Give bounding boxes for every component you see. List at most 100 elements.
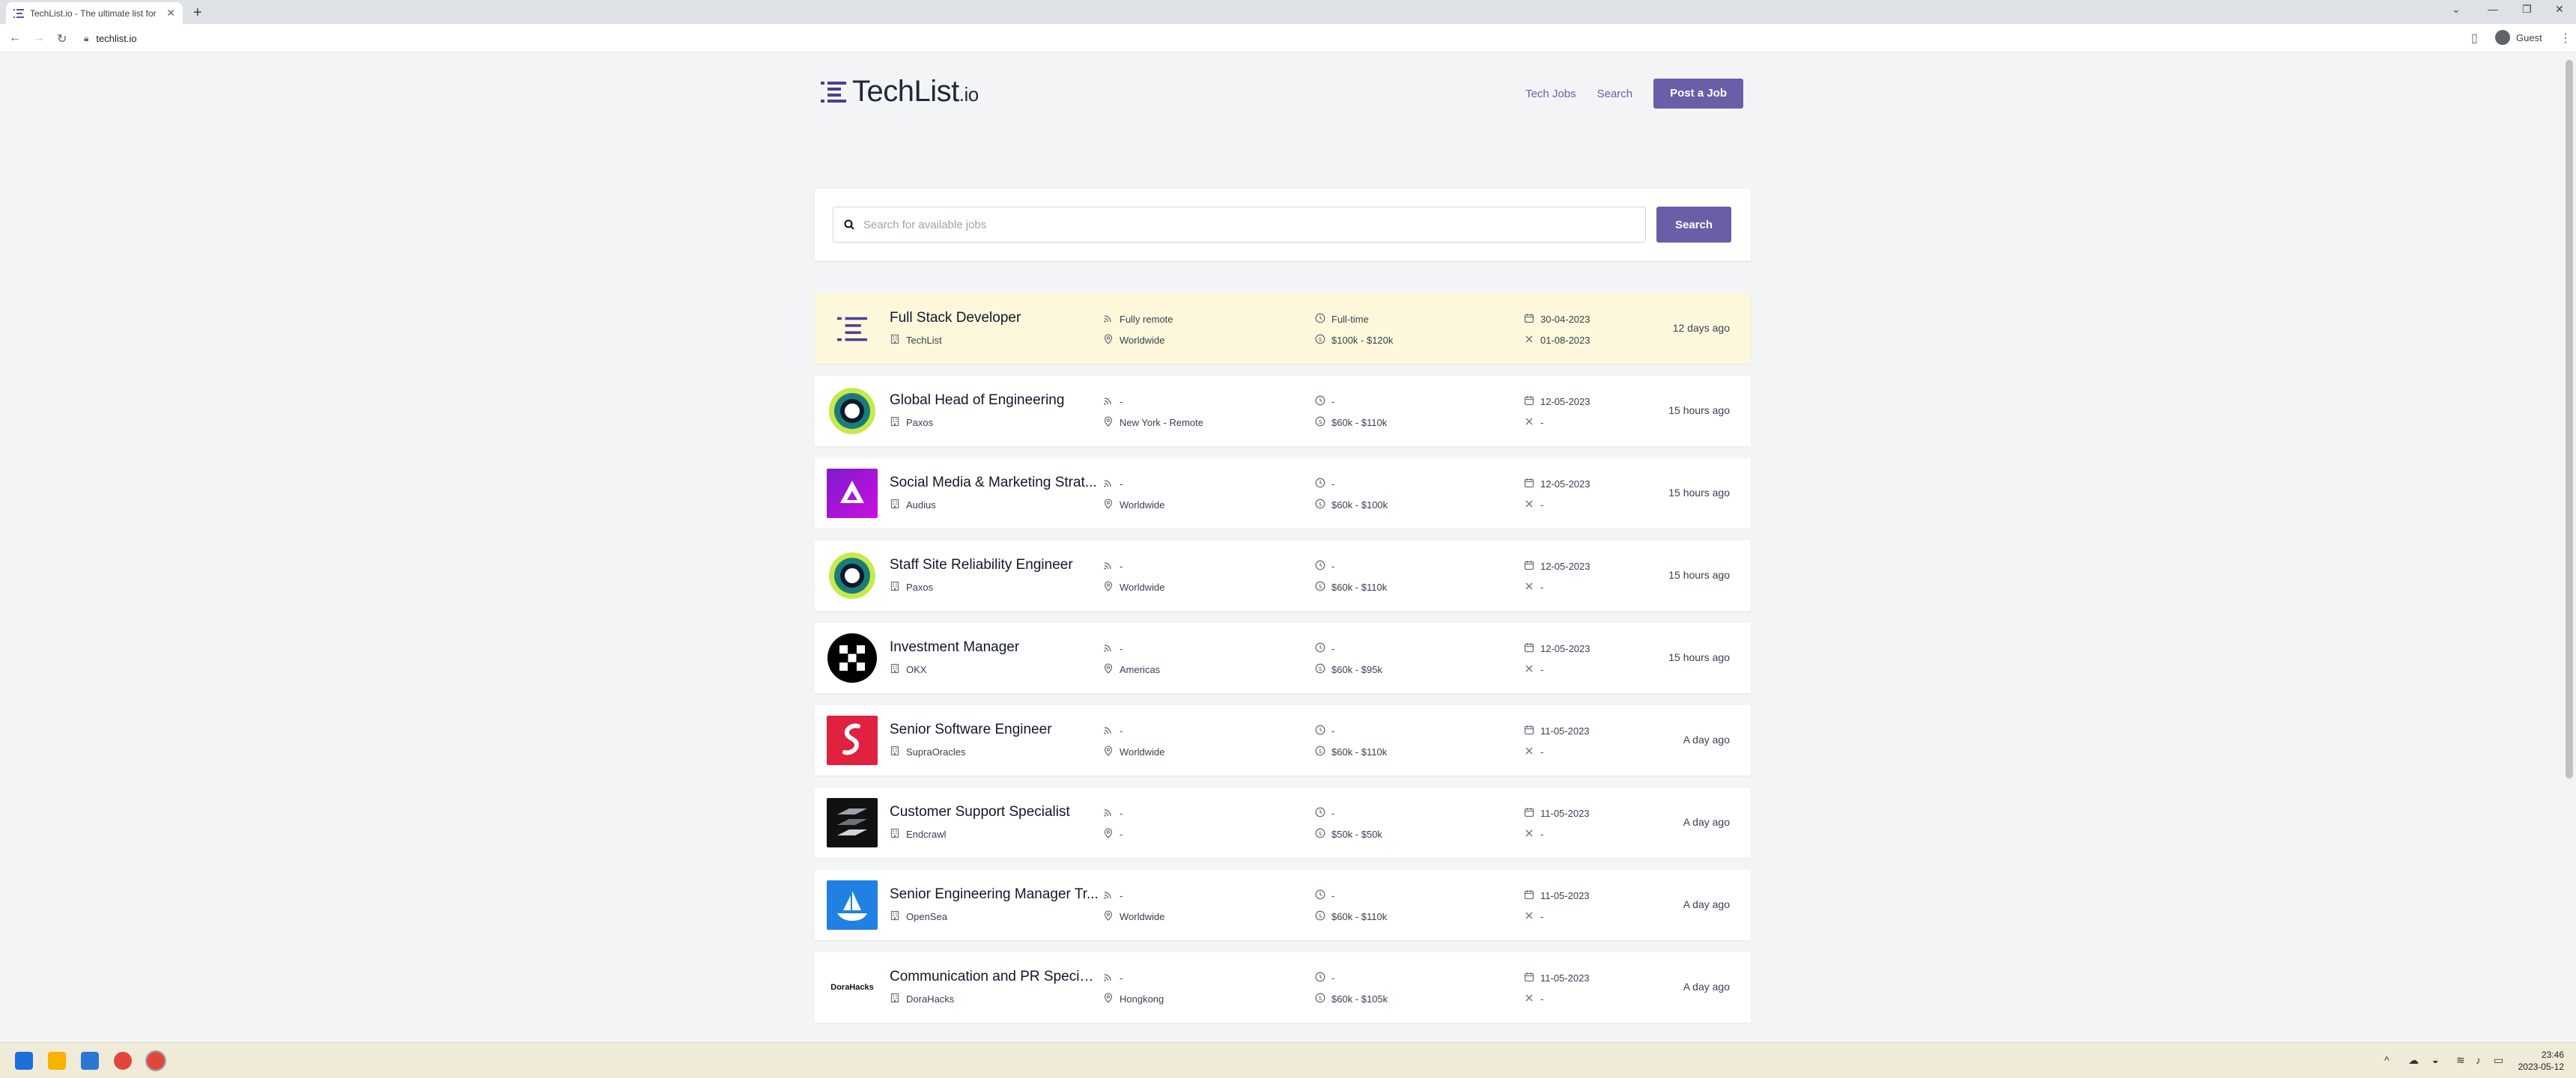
windows-start-icon[interactable] — [15, 1052, 33, 1070]
clock-icon — [1315, 313, 1325, 326]
window-close-icon[interactable]: ✕ — [2555, 3, 2564, 16]
post-job-button[interactable]: Post a Job — [1653, 79, 1743, 109]
job-type: - — [1315, 560, 1334, 573]
browser-tab[interactable]: TechList.io - The ultimate list for ✕ — [6, 2, 183, 24]
reload-icon[interactable]: ↻ — [57, 31, 67, 46]
feed-icon — [1103, 313, 1114, 326]
maximize-icon[interactable]: ❐ — [2522, 3, 2532, 16]
calendar-icon — [1524, 560, 1534, 573]
job-title[interactable]: Senior Software Engineer — [890, 722, 1099, 738]
vscode-icon[interactable] — [81, 1052, 99, 1070]
location-pin-icon — [1103, 828, 1114, 841]
tab-close-icon[interactable]: ✕ — [166, 7, 175, 19]
salary: $ $60k - $95k — [1315, 663, 1382, 676]
forward-icon[interactable]: → — [33, 31, 45, 45]
job-title[interactable]: Staff Site Reliability Engineer — [890, 557, 1099, 573]
wifi-icon[interactable]: ≋ — [2456, 1054, 2465, 1067]
job-type: - — [1315, 725, 1334, 737]
location-pin-icon — [1103, 334, 1114, 347]
building-icon — [890, 746, 900, 758]
logo-suffix: .io — [959, 83, 979, 106]
x-icon — [1524, 499, 1534, 511]
chrome-icon[interactable] — [114, 1052, 132, 1070]
chrome-active-icon[interactable] — [145, 1050, 166, 1071]
expiry-date: - — [1524, 828, 1543, 841]
job-type: Full-time — [1315, 313, 1369, 326]
feed-icon — [1103, 889, 1114, 902]
calendar-icon — [1524, 972, 1534, 984]
expiry-date: - — [1524, 993, 1543, 1005]
tab-search-icon[interactable]: ⌄ — [2452, 3, 2461, 16]
new-tab-icon[interactable]: + — [193, 4, 202, 22]
calendar-icon — [1524, 889, 1534, 902]
search-field[interactable] — [833, 207, 1646, 243]
remote-status: - — [1103, 807, 1123, 820]
job-type: - — [1315, 889, 1334, 902]
job-title[interactable]: Social Media & Marketing Strat... — [890, 475, 1099, 491]
site-nav: Tech Jobs Search Post a Job — [1525, 79, 1743, 109]
job-row[interactable]: Customer Support Specialist Endcrawl - -… — [815, 788, 1751, 858]
battery-icon[interactable]: ▭ — [2494, 1054, 2503, 1067]
system-clock[interactable]: 23:46 2023-05-12 — [2518, 1049, 2564, 1073]
posted-date: 11-05-2023 — [1524, 725, 1590, 737]
feed-icon — [1103, 807, 1114, 820]
clock-icon — [1315, 889, 1325, 902]
clock-icon — [1315, 972, 1325, 984]
profile-button[interactable]: Guest — [2495, 30, 2542, 45]
okx-logo — [827, 633, 878, 683]
job-row[interactable]: DoraHacks Communication and PR Special..… — [815, 952, 1751, 1023]
minimize-icon[interactable]: — — [2488, 3, 2498, 15]
page-scrollbar[interactable] — [2566, 60, 2573, 779]
job-title[interactable]: Communication and PR Special... — [890, 969, 1099, 985]
browser-menu-icon[interactable]: ⋮ — [2560, 31, 2572, 46]
job-row[interactable]: Global Head of Engineering Paxos - New Y… — [815, 376, 1751, 446]
remote-status: - — [1103, 560, 1123, 573]
nav-tech-jobs[interactable]: Tech Jobs — [1525, 88, 1576, 100]
dollar-icon: $ — [1315, 746, 1325, 758]
search-button[interactable]: Search — [1656, 207, 1731, 243]
tray-chevron-icon[interactable]: ^ — [2384, 1054, 2390, 1066]
x-icon — [1524, 993, 1534, 1005]
expiry-date: - — [1524, 746, 1543, 758]
posted-date: 12-05-2023 — [1524, 478, 1591, 490]
job-title[interactable]: Global Head of Engineering — [890, 392, 1099, 409]
job-title[interactable]: Investment Manager — [890, 639, 1099, 656]
audius-logo — [827, 469, 878, 518]
tray-app-icon[interactable]: ◒ — [2432, 1054, 2438, 1066]
location: Worldwide — [1103, 334, 1164, 347]
job-row[interactable]: Senior Engineering Manager Tr... OpenSea… — [815, 870, 1751, 940]
company: Audius — [890, 499, 936, 511]
job-row[interactable]: Investment Manager OKX - Americas - $ $60… — [815, 623, 1751, 693]
job-row[interactable]: Social Media & Marketing Strat... Audius… — [815, 458, 1751, 529]
taskbar: ^ ☁ ◒ ≋ ♪ ▭ 23:46 2023-05-12 — [0, 1042, 2576, 1078]
job-title[interactable]: Full Stack Developer — [890, 310, 1099, 326]
job-row[interactable]: Senior Software Engineer SupraOracles - … — [815, 705, 1751, 776]
file-explorer-icon[interactable] — [48, 1052, 66, 1070]
expiry-date: - — [1524, 663, 1543, 676]
calendar-icon — [1524, 642, 1534, 655]
address-bar[interactable]: 🔒︎ techlist.io — [84, 28, 137, 48]
volume-icon[interactable]: ♪ — [2476, 1054, 2481, 1066]
job-title[interactable]: Senior Engineering Manager Tr... — [890, 886, 1099, 903]
search-input[interactable] — [863, 218, 1612, 231]
salary: $ $50k - $50k — [1315, 828, 1382, 841]
site-logo[interactable]: TechList.io — [821, 75, 979, 109]
dollar-icon: $ — [1315, 416, 1325, 429]
search-card: Search — [815, 189, 1751, 261]
x-icon — [1524, 828, 1534, 841]
tray-cloud-icon[interactable]: ☁ — [2408, 1054, 2419, 1067]
endcrawl-logo — [827, 798, 878, 847]
building-icon — [890, 910, 900, 923]
building-icon — [890, 416, 900, 429]
opensea-logo — [827, 880, 878, 930]
job-row[interactable]: Full Stack Developer TechList Fully remo… — [815, 293, 1751, 364]
nav-search[interactable]: Search — [1597, 88, 1633, 100]
side-panel-icon[interactable]: ▯ — [2471, 31, 2478, 46]
posted-date: 12-05-2023 — [1524, 560, 1591, 573]
posted-date: 12-05-2023 — [1524, 642, 1591, 655]
back-icon[interactable]: ← — [9, 31, 21, 45]
posted-ago: A day ago — [1683, 898, 1730, 910]
job-title[interactable]: Customer Support Specialist — [890, 804, 1099, 820]
supraoracles-logo — [827, 716, 878, 765]
job-row[interactable]: Staff Site Reliability Engineer Paxos - … — [815, 540, 1751, 611]
